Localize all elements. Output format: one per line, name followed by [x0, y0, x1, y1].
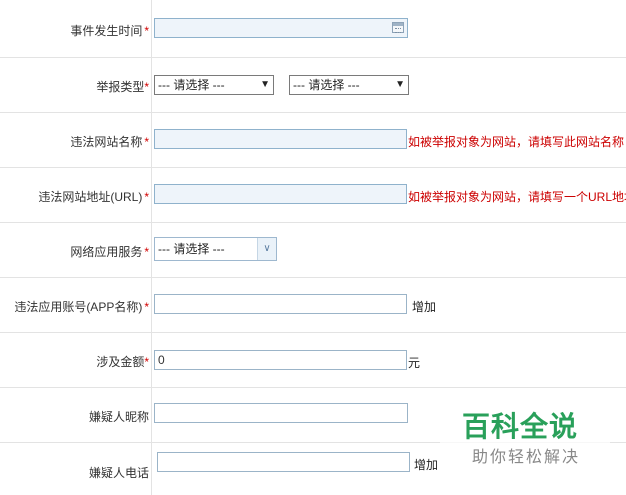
row-report-type: 举报类型* --- 请选择 --- ▼ --- 请选择 --- ▼: [0, 57, 626, 113]
site-url-input[interactable]: [154, 184, 407, 204]
amount-unit: 元: [408, 356, 421, 370]
chevron-down-icon[interactable]: ∨: [257, 238, 276, 260]
row-site-name: 违法网站名称 * 如被举报对象为网站，请填写此网站名称: [0, 112, 626, 168]
amount-label: 涉及金额*: [96, 355, 149, 369]
row-site-url: 违法网站地址(URL) * 如被举报对象为网站，请填写一个URL地址: [0, 167, 626, 223]
watermark-subtitle: 助你轻松解决: [472, 449, 581, 466]
account-input[interactable]: [154, 294, 407, 314]
report-type-select-primary[interactable]: --- 请选择 --- ▼: [154, 75, 274, 95]
phone-label: 嫌疑人电话: [88, 466, 149, 480]
site-name-hint: 如被举报对象为网站，请填写此网站名称: [408, 135, 625, 149]
site-name-input[interactable]: [154, 129, 407, 149]
network-service-label: 网络应用服务 *: [70, 245, 149, 259]
site-url-hint: 如被举报对象为网站，请填写一个URL地址: [408, 190, 626, 204]
calendar-icon[interactable]: [392, 22, 404, 33]
network-service-select[interactable]: --- 请选择 --- ∨: [154, 237, 277, 261]
nickname-label: 嫌疑人昵称: [88, 410, 149, 424]
site-name-label: 违法网站名称 *: [70, 135, 149, 149]
report-type-label: 举报类型*: [96, 80, 149, 94]
watermark: 百科全说 助你轻松解决: [440, 403, 610, 466]
event-time-input[interactable]: [154, 18, 408, 38]
nickname-input[interactable]: [154, 403, 408, 423]
row-network-service: 网络应用服务 * --- 请选择 --- ∨: [0, 222, 626, 278]
account-label: 违法应用账号(APP名称) *: [14, 300, 149, 314]
watermark-title: 百科全说: [462, 411, 579, 442]
chevron-down-icon: ▼: [260, 79, 270, 90]
phone-input[interactable]: [157, 452, 410, 472]
chevron-down-icon: ▼: [395, 79, 405, 90]
account-add-link[interactable]: 增加: [412, 298, 436, 315]
phone-add-link[interactable]: 增加: [414, 456, 438, 473]
row-amount: 涉及金额* 0 元: [0, 332, 626, 388]
row-event-time: 事件发生时间 *: [0, 0, 626, 58]
row-account: 违法应用账号(APP名称) * 增加: [0, 277, 626, 333]
site-url-label: 违法网站地址(URL) *: [38, 190, 149, 204]
amount-input[interactable]: 0: [154, 350, 407, 370]
event-time-label: 事件发生时间 *: [70, 24, 149, 38]
report-type-select-secondary[interactable]: --- 请选择 --- ▼: [289, 75, 409, 95]
